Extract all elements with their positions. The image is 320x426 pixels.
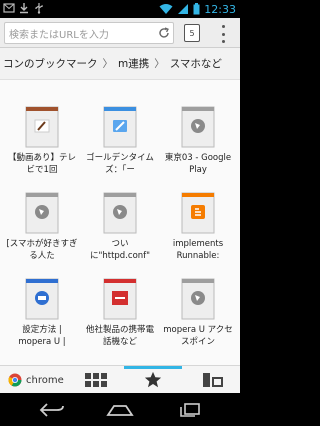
notification-icons	[3, 2, 45, 14]
grid-icon	[85, 373, 107, 387]
other-devices-button[interactable]	[186, 366, 240, 394]
most-visited-button[interactable]	[72, 366, 120, 394]
bookmark-label: ゴールデンタイムズ：「ー	[86, 153, 154, 175]
reload-icon[interactable]	[155, 24, 173, 42]
overflow-menu-icon[interactable]	[218, 25, 228, 43]
docomo-red-page-icon	[103, 278, 137, 320]
chrome-logo-button[interactable]: chrome	[0, 366, 72, 394]
breadcrumb-item[interactable]: m連携	[115, 56, 152, 71]
chrome-label: chrome	[26, 374, 64, 386]
system-nav-bar	[0, 393, 240, 426]
bottom-bar: chrome	[0, 365, 240, 393]
chevron-right-icon: 〉	[154, 58, 165, 70]
globe-page-icon	[181, 106, 215, 148]
chevron-right-icon: 〉	[102, 58, 114, 70]
bookmark-label: つい に"httpd.conf"	[89, 239, 151, 261]
blogger-page-icon	[181, 192, 215, 234]
chrome-logo-icon	[8, 373, 22, 387]
bookmark-tile[interactable]: [スマホが好きすぎる人た	[4, 184, 80, 274]
wifi-icon	[159, 4, 173, 14]
bookmark-tile[interactable]: 設定方法 | mopera U |	[4, 270, 80, 360]
bookmark-label: 【動画あり】テレビで1回	[7, 153, 76, 175]
tab-switcher-button[interactable]: 5	[184, 24, 200, 42]
battery-icon	[193, 3, 200, 15]
tab-count: 5	[189, 28, 195, 38]
usb-icon	[35, 3, 43, 14]
breadcrumb-item[interactable]: コンのブックマーク	[0, 56, 101, 71]
bookmarks-tab-button[interactable]	[124, 366, 182, 394]
signal-icon	[178, 4, 189, 14]
recent-apps-icon	[180, 402, 200, 417]
bookmarks-page: コンのブックマーク 〉 m連携 〉 スマホなど 【動画あり】テレビで1回 ゴール…	[0, 48, 240, 365]
bookmark-label: 他社製品の携帯電話機など	[85, 325, 154, 347]
bookmark-tile[interactable]: 東京03 - Google Play	[160, 98, 236, 188]
back-button[interactable]	[22, 393, 82, 426]
bookmark-tile[interactable]: implements Runnable:	[160, 184, 236, 274]
bookmark-label: 設定方法 | mopera U |	[18, 325, 66, 347]
mail-icon	[3, 3, 15, 13]
back-icon	[39, 402, 64, 417]
globe-page-icon	[103, 192, 137, 234]
clock: 12:33	[204, 2, 236, 16]
docomo-globe-page-icon	[25, 278, 59, 320]
status-bar: 12:33	[0, 0, 240, 18]
bookmark-label: [スマホが好きすぎる人た	[6, 239, 78, 261]
bookmark-tile[interactable]: mopera U アクセスポイン	[160, 270, 236, 360]
document-blue-icon	[103, 106, 137, 148]
bookmark-label: mopera U アクセスポイン	[163, 325, 233, 347]
recent-apps-button[interactable]	[160, 393, 220, 426]
bookmark-label: implements Runnable:	[172, 239, 224, 261]
breadcrumb: コンのブックマーク 〉 m連携 〉 スマホなど	[0, 48, 240, 80]
download-icon	[20, 3, 28, 14]
bookmark-tile[interactable]: 他社製品の携帯電話機など	[82, 270, 158, 360]
home-button[interactable]	[90, 393, 150, 426]
bookmark-tile[interactable]: ゴールデンタイムズ：「ー	[82, 98, 158, 188]
omnibox[interactable]: 検索またはURLを入力	[4, 22, 174, 44]
home-icon	[106, 404, 134, 416]
bookmark-tile[interactable]: つい に"httpd.conf"	[82, 184, 158, 274]
globe-page-icon	[181, 278, 215, 320]
star-icon	[144, 371, 162, 388]
browser-toolbar: 検索またはURLを入力 5	[0, 18, 240, 48]
omnibox-placeholder[interactable]: 検索またはURLを入力	[5, 26, 155, 41]
devices-icon	[203, 373, 223, 387]
document-feather-icon	[25, 106, 59, 148]
bookmark-tile[interactable]: 【動画あり】テレビで1回	[4, 98, 80, 188]
breadcrumb-item[interactable]: スマホなど	[167, 56, 225, 71]
bookmark-label: 東京03 - Google Play	[164, 153, 232, 175]
globe-page-icon	[25, 192, 59, 234]
